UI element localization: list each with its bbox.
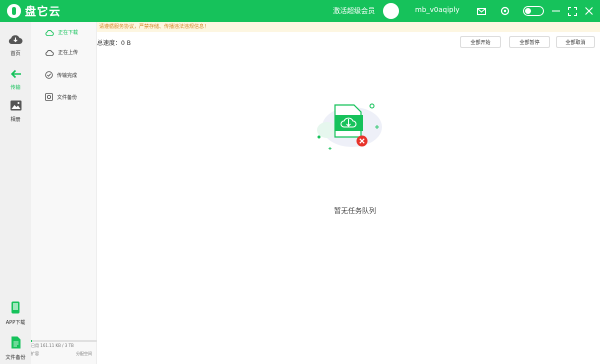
arrow-left-icon — [10, 69, 21, 79]
nav-label-transfer: 传输 — [10, 85, 21, 91]
cancel-all-button[interactable]: 全部取消 — [556, 36, 595, 48]
notice-bar: 请遵循服务协议，严禁存储、传播违法违规信息！ — [97, 22, 600, 32]
start-all-button[interactable]: 全部开始 — [460, 36, 501, 48]
storage-usage-text: 已用 161.11 KB / 3 TB — [31, 343, 74, 348]
nav-label-app-download: APP下载 — [5, 320, 26, 326]
subnav-downloading[interactable]: 正在下载 — [31, 26, 97, 38]
subnav-label-completed: 传输完成 — [57, 72, 78, 79]
activate-member-link[interactable]: 激活超级会员 — [333, 6, 375, 16]
subnav-completed[interactable]: 传输完成 — [31, 69, 97, 81]
empty-queue-text: 暂无任务队列 — [334, 207, 376, 215]
maximize-icon[interactable] — [566, 5, 578, 17]
nav-item-home[interactable]: 首页 — [0, 30, 31, 57]
subnav-label-uploading: 正在上传 — [58, 49, 79, 56]
subnav-label-downloading: 正在下载 — [58, 29, 79, 36]
gear-icon[interactable] — [499, 5, 511, 17]
toggle-switch[interactable] — [523, 6, 544, 16]
storage-progress-bar — [31, 340, 97, 342]
app-window: 盘它云 激活超级会员 mb_v0aqiply 请遵循服务协议，严禁存储、传播违法… — [0, 0, 600, 364]
app-name: 盘它云 — [25, 5, 61, 18]
nav-item-app-download[interactable]: APP下载 — [0, 299, 31, 326]
nav-label-album: 相册 — [10, 117, 21, 123]
phone-icon — [11, 301, 20, 314]
notice-text: 请遵循服务协议，严禁存储、传播违法违规信息！ — [99, 24, 210, 30]
left-nav: 首页 传输 相册 APP下载 文件备份 — [0, 22, 31, 364]
logo-icon — [7, 4, 21, 18]
manage-space-link[interactable]: 分配空间 — [76, 351, 92, 357]
document-icon — [11, 336, 20, 349]
title-bar: 盘它云 激活超级会员 mb_v0aqiply — [0, 0, 600, 22]
total-speed: 总速度：0 B — [97, 40, 131, 47]
nav-item-transfer[interactable]: 传输 — [0, 64, 31, 91]
nav-label-file-backup: 文件备份 — [5, 355, 26, 361]
username[interactable]: mb_v0aqiply — [415, 6, 460, 14]
backup-icon — [45, 93, 53, 101]
minimize-icon[interactable] — [550, 5, 562, 17]
mail-icon[interactable] — [475, 5, 487, 17]
expand-storage-link[interactable]: 扩容 — [31, 351, 39, 357]
pause-all-button[interactable]: 全部暂停 — [509, 36, 550, 48]
nav-label-home: 首页 — [10, 51, 21, 57]
empty-queue-illustration — [317, 103, 382, 150]
nav-item-album[interactable]: 相册 — [0, 96, 31, 123]
subnav-uploading[interactable]: 正在上传 — [31, 46, 97, 58]
cloud-download-icon — [45, 29, 54, 36]
avatar[interactable] — [383, 3, 399, 19]
close-icon[interactable] — [583, 5, 595, 17]
app-logo: 盘它云 — [7, 3, 61, 19]
subnav-label-file-backup: 文件备份 — [57, 94, 78, 101]
check-circle-icon — [45, 71, 53, 79]
subnav-file-backup[interactable]: 文件备份 — [31, 91, 97, 103]
image-icon — [10, 100, 21, 111]
cloud-upload-icon — [45, 49, 54, 56]
transfer-subpanel: 正在下载 正在上传 传输完成 文件备份 已用 161.11 KB / 3 TB … — [31, 22, 97, 364]
nav-item-file-backup[interactable]: 文件备份 — [0, 334, 31, 361]
cloud-icon — [8, 35, 23, 45]
storage-progress-fill — [31, 340, 33, 342]
